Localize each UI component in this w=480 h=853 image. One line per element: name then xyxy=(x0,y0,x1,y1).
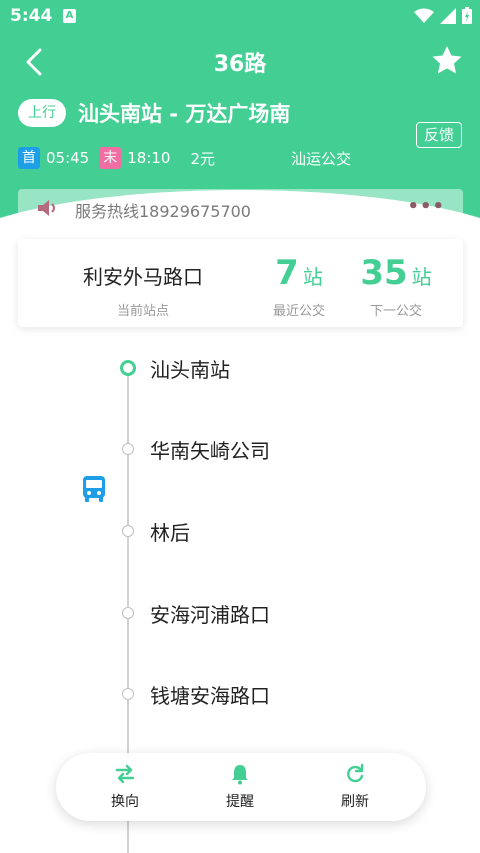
first-bus-time: 05:45 xyxy=(46,149,90,167)
last-bus-tag: 末 xyxy=(99,147,122,169)
hotline-bar[interactable]: 服务热线18929675700 ••• xyxy=(18,189,463,227)
stop-item[interactable]: 安海河浦路口 xyxy=(0,593,480,633)
stop-name: 钱塘安海路口 xyxy=(150,684,270,708)
reminder-button[interactable]: 提醒 xyxy=(200,763,280,813)
next-bus-distance: 35 站 xyxy=(351,253,441,293)
feedback-button[interactable]: 反馈 xyxy=(416,122,462,148)
route-info-row: 首 05:45 末 18:10 2元 xyxy=(18,146,215,170)
next-bus-count: 35 xyxy=(360,253,408,293)
swap-direction-button[interactable]: 换向 xyxy=(85,763,165,813)
status-time: 5:44 xyxy=(10,6,53,26)
last-bus-time: 18:10 xyxy=(127,149,171,167)
signal-icon xyxy=(440,7,456,24)
refresh-button[interactable]: 刷新 xyxy=(315,763,395,813)
reminder-label: 提醒 xyxy=(226,794,254,810)
swap-direction-label: 换向 xyxy=(111,794,139,810)
stop-marker xyxy=(122,525,134,537)
speaker-icon xyxy=(38,200,55,216)
first-bus-tag: 首 xyxy=(18,147,40,169)
stop-marker xyxy=(122,688,134,700)
wifi-icon xyxy=(414,8,434,23)
favorite-button[interactable] xyxy=(430,44,464,78)
bottom-nav: 换向 提醒 刷新 xyxy=(56,753,426,821)
more-icon[interactable]: ••• xyxy=(407,196,445,217)
current-stop-marker xyxy=(120,360,136,376)
stop-item[interactable]: 汕头南站 xyxy=(0,348,480,388)
operator: 汕运公交 xyxy=(291,150,352,168)
stop-name: 安海河浦路口 xyxy=(150,603,270,627)
nearest-bus-caption: 最近公交 xyxy=(272,304,325,319)
current-stop-caption: 当前站点 xyxy=(116,304,169,319)
notification-icon: A xyxy=(63,9,76,23)
page-title: 36路 xyxy=(213,52,267,77)
next-bus-unit: 站 xyxy=(411,265,432,289)
star-icon xyxy=(432,46,462,74)
nearest-bus-count: 7 xyxy=(275,253,299,293)
bell-icon xyxy=(232,765,248,785)
swap-icon xyxy=(115,764,135,784)
battery-icon xyxy=(462,7,472,24)
bus-icon[interactable] xyxy=(82,476,106,502)
stop-item[interactable]: 华南矢崎公司 xyxy=(0,429,480,469)
status-icons xyxy=(414,7,472,24)
stop-marker xyxy=(122,443,134,455)
route-name: 汕头南站 - 万达广场南 xyxy=(78,102,291,126)
stop-name: 汕头南站 xyxy=(150,358,230,382)
stop-name: 华南矢崎公司 xyxy=(150,439,270,463)
stop-name: 林后 xyxy=(150,521,190,545)
stop-item[interactable]: 林后 xyxy=(0,511,480,551)
stop-marker xyxy=(122,607,134,619)
refresh-label: 刷新 xyxy=(341,794,369,810)
next-bus-caption: 下一公交 xyxy=(369,304,422,319)
refresh-icon xyxy=(347,763,364,783)
hotline-text: 服务热线18929675700 xyxy=(75,202,251,221)
stop-item[interactable]: 钱塘安海路口 xyxy=(0,674,480,714)
status-card: 利安外马路口 当前站点 7站 最近公交 35 站 下一公交 xyxy=(18,239,463,327)
status-bar: 5:44 A xyxy=(0,0,480,32)
fare: 2元 xyxy=(190,149,216,168)
direction-badge: 上行 xyxy=(18,99,66,127)
current-stop: 利安外马路口 xyxy=(83,265,203,289)
nearest-bus-unit: 站 xyxy=(302,265,323,289)
title-bar: 36路 xyxy=(0,38,480,86)
nearest-bus-distance: 7站 xyxy=(254,253,344,293)
